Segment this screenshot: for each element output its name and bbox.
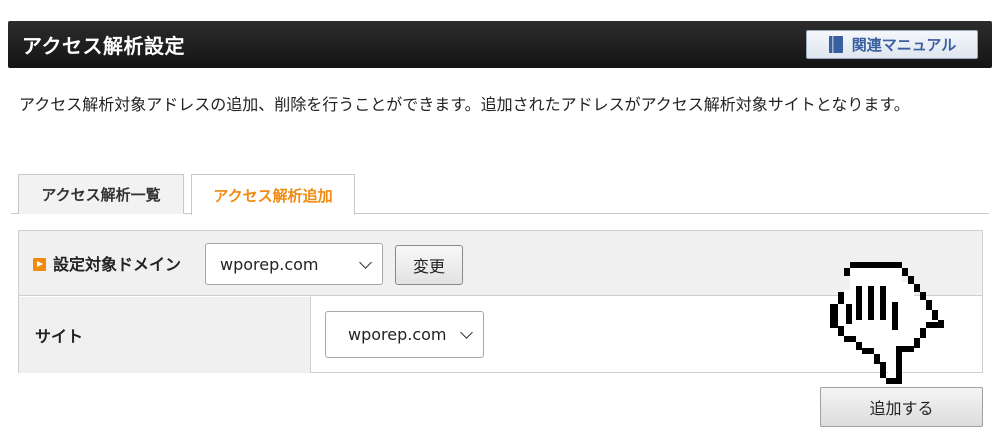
description-text: アクセス解析対象アドレスの追加、削除を行うことができます。追加されたアドレスがア… xyxy=(19,95,910,114)
site-label: サイト xyxy=(35,327,84,346)
related-manual-button[interactable]: 関連マニュアル xyxy=(806,30,978,59)
site-select[interactable]: wporep.com xyxy=(325,311,484,358)
page-title: アクセス解析設定 xyxy=(22,34,185,58)
add-button[interactable]: 追加する xyxy=(820,387,983,427)
pointer-hand-icon xyxy=(830,262,944,384)
tab-access-analysis-list[interactable]: アクセス解析一覧 xyxy=(18,174,184,214)
book-icon xyxy=(828,36,843,53)
chevron-down-icon xyxy=(359,256,372,269)
related-manual-label: 関連マニュアル xyxy=(851,36,957,54)
chevron-down-icon xyxy=(460,326,473,339)
change-button[interactable]: 変更 xyxy=(395,245,463,285)
domain-select[interactable]: wporep.com xyxy=(205,243,383,285)
domain-select-value: wporep.com xyxy=(220,254,319,274)
site-select-value: wporep.com xyxy=(348,325,447,344)
page: アクセス解析設定 関連マニュアル アクセス解析対象アドレスの追加、削除を行うこと… xyxy=(0,0,1000,446)
play-arrow-icon xyxy=(33,258,46,271)
page-header: アクセス解析設定 関連マニュアル xyxy=(8,21,992,68)
domain-label: 設定対象ドメイン xyxy=(53,255,182,274)
tab-access-analysis-add[interactable]: アクセス解析追加 xyxy=(191,174,355,215)
site-label-cell: サイト xyxy=(19,297,311,373)
